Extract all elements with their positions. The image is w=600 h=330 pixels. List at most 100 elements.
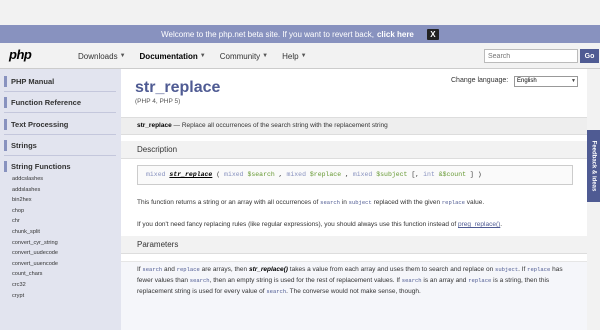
- sidebar-divider: [4, 112, 116, 113]
- function-link[interactable]: convert_uuencode: [12, 259, 58, 270]
- text: in: [339, 199, 349, 206]
- nav-community-label: Community: [219, 51, 261, 61]
- function-link[interactable]: crypt: [12, 291, 58, 302]
- parameter-ref: search: [320, 199, 340, 206]
- function-ref: str_replace(): [248, 266, 288, 273]
- main-nav: Downloads ▼ Documentation ▼ Community ▼ Hel…: [78, 43, 307, 69]
- chevron-down-icon: ▼: [119, 53, 126, 59]
- function-link[interactable]: convert_uudecode: [12, 248, 58, 259]
- main-content: Change language: English ▼ str_replace (P…: [121, 69, 587, 330]
- parameter-ref: search: [189, 277, 210, 284]
- nav-documentation-label: Documentation: [139, 51, 198, 61]
- function-link[interactable]: count_chars: [12, 269, 58, 280]
- chevron-down-icon: ▼: [262, 53, 269, 59]
- description-paragraph: This function returns a string or an arr…: [137, 197, 577, 208]
- function-link[interactable]: addcslashes: [12, 174, 58, 185]
- close-banner-button[interactable]: X: [426, 28, 439, 40]
- parameter-ref: search: [142, 266, 163, 273]
- refpurpose: str_replace — Replace all occurrences of…: [121, 117, 587, 135]
- function-name: str_replace: [169, 171, 213, 178]
- function-link[interactable]: crc32: [12, 280, 58, 291]
- chevron-down-icon: ▼: [300, 53, 307, 59]
- sidebar-item-function-reference[interactable]: Function Reference: [4, 97, 81, 108]
- function-link[interactable]: bin2hex: [12, 195, 58, 206]
- php-logo[interactable]: php: [9, 47, 32, 62]
- parameter-ref: replace: [441, 199, 465, 206]
- function-link[interactable]: convert_cyr_string: [12, 238, 58, 249]
- text: value.: [464, 199, 485, 206]
- syntax: (: [212, 171, 225, 178]
- function-list: addcslashes addslashes bin2hex chop chr …: [12, 174, 58, 301]
- text: and: [162, 266, 177, 273]
- parameter-ref: subject: [495, 266, 519, 273]
- function-link[interactable]: addslashes: [12, 185, 58, 196]
- text: .: [500, 221, 503, 228]
- beta-banner: Welcome to the php.net beta site. If you…: [0, 25, 600, 43]
- text: takes a value from each array and uses t…: [287, 266, 496, 273]
- parameter: $subject: [376, 171, 408, 178]
- text: is an array and: [421, 277, 469, 284]
- feedback-tab[interactable]: Feedback & ideas: [587, 130, 600, 202]
- version-info: (PHP 4, PHP 5): [135, 98, 181, 105]
- text: If you don't need fancy replacing rules …: [137, 221, 459, 228]
- sidebar-divider: [4, 134, 116, 135]
- nav-downloads[interactable]: Downloads ▼: [78, 52, 126, 61]
- text: , then an empty string is used for the r…: [209, 277, 402, 284]
- text: replaced with the given: [371, 199, 442, 206]
- syntax: ] ): [466, 171, 482, 178]
- nav-community[interactable]: Community ▼: [220, 52, 268, 61]
- chevron-down-icon: ▼: [571, 78, 576, 84]
- type: mixed: [352, 171, 373, 178]
- site-header: php Downloads ▼ Documentation ▼ Community ▼…: [0, 43, 600, 69]
- revert-link[interactable]: click here: [377, 30, 414, 39]
- sidebar-item-string-functions[interactable]: String Functions: [4, 161, 71, 172]
- parameter-ref: replace: [468, 277, 492, 284]
- parameter: $replace: [309, 171, 342, 178]
- refpurpose-text: — Replace all occurrences of the search …: [171, 122, 388, 129]
- syntax: [,: [407, 171, 424, 178]
- text: are arrays, then: [199, 266, 249, 273]
- language-select[interactable]: English ▼: [514, 76, 578, 87]
- sidebar-item-text-processing[interactable]: Text Processing: [4, 119, 68, 130]
- nav-downloads-label: Downloads: [78, 51, 118, 61]
- text: This function returns a string or an arr…: [137, 199, 321, 206]
- chevron-down-icon: ▼: [199, 53, 206, 59]
- method-synopsis: mixed str_replace ( mixed $search , mixe…: [137, 165, 573, 185]
- sidebar-item-strings[interactable]: Strings: [4, 140, 37, 151]
- parameter: $search: [247, 171, 275, 178]
- parameters-heading: Parameters: [121, 236, 587, 254]
- change-language-label: Change language:: [451, 77, 509, 84]
- sidebar-divider: [4, 91, 116, 92]
- search-input[interactable]: [484, 49, 578, 63]
- function-link[interactable]: chr: [12, 216, 58, 227]
- nav-documentation[interactable]: Documentation ▼: [140, 52, 206, 61]
- nav-help[interactable]: Help ▼: [282, 52, 306, 61]
- sidebar-divider: [4, 155, 116, 156]
- feedback-label: Feedback & ideas: [590, 140, 597, 192]
- sidebar-item-php-manual[interactable]: PHP Manual: [4, 76, 54, 87]
- page-title: str_replace: [135, 79, 221, 96]
- function-link[interactable]: chop: [12, 206, 58, 217]
- syntax: ,: [341, 171, 353, 178]
- type: mixed: [146, 171, 166, 178]
- banner-text: Welcome to the php.net beta site. If you…: [161, 29, 374, 39]
- type: mixed: [286, 171, 306, 178]
- parameter-ref: search: [401, 277, 422, 284]
- page: Welcome to the php.net beta site. If you…: [0, 0, 600, 330]
- refpurpose-name: str_replace: [137, 122, 172, 129]
- parameter-ref: search: [266, 288, 287, 295]
- nav-help-label: Help: [282, 51, 299, 61]
- text: . If: [518, 266, 528, 273]
- language-select-value: English: [517, 78, 537, 84]
- parameters-paragraph: If search and replace are arrays, then s…: [137, 264, 577, 297]
- search-go-button[interactable]: Go: [580, 49, 599, 63]
- preg-replace-link[interactable]: preg_replace(): [458, 221, 500, 228]
- sidebar: PHP Manual Function Reference Text Proce…: [0, 69, 121, 330]
- parameter-ref: replace: [176, 266, 200, 273]
- parameters-section: If search and replace are arrays, then s…: [121, 261, 587, 330]
- type: mixed: [224, 171, 244, 178]
- parameter: &$count: [438, 171, 466, 178]
- function-link[interactable]: chunk_split: [12, 227, 58, 238]
- parameter-ref: replace: [527, 266, 551, 273]
- text: . The converse would not make sense, tho…: [286, 288, 421, 295]
